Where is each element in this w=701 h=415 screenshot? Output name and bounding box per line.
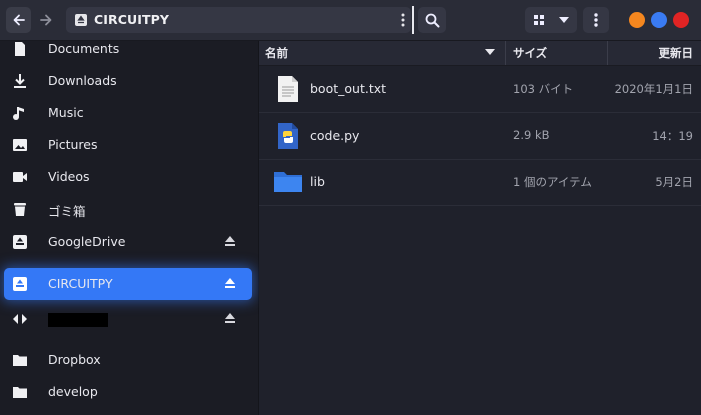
path-bar[interactable]: CIRCUITPY bbox=[66, 7, 411, 33]
sidebar-item-label: Dropbox bbox=[48, 352, 101, 367]
sidebar-item-label: Downloads bbox=[48, 73, 117, 88]
sidebar-item-label: ゴミ箱 bbox=[48, 204, 86, 219]
file-modified: 14：19 bbox=[652, 129, 693, 143]
sidebar-item-videos[interactable]: Videos bbox=[4, 161, 252, 193]
column-divider[interactable] bbox=[505, 41, 506, 65]
search-icon bbox=[425, 13, 439, 27]
column-header-name[interactable]: 名前 bbox=[265, 45, 288, 61]
view-toggle-button[interactable] bbox=[525, 7, 577, 33]
sidebar-item-label: Pictures bbox=[48, 137, 98, 152]
folder-icon bbox=[13, 355, 27, 366]
file-size: 103 バイト bbox=[513, 82, 574, 96]
sidebar-item-music[interactable]: Music bbox=[4, 97, 252, 129]
trash-icon bbox=[14, 203, 26, 216]
text-cursor bbox=[412, 6, 414, 34]
file-name: lib bbox=[310, 174, 325, 189]
column-header-row: 名前 サイズ 更新日 bbox=[259, 41, 701, 66]
text-file-icon bbox=[278, 76, 298, 102]
forward-button[interactable] bbox=[33, 7, 58, 33]
back-button[interactable] bbox=[6, 7, 31, 33]
kebab-menu-icon bbox=[594, 13, 598, 27]
file-size: 2.9 kB bbox=[513, 128, 550, 142]
redacted-label bbox=[48, 313, 108, 327]
file-modified: 2020年1月1日 bbox=[614, 82, 693, 96]
search-button[interactable] bbox=[418, 7, 446, 33]
sidebar-item-label: CIRCUITPY bbox=[48, 276, 113, 291]
column-header-size[interactable]: サイズ bbox=[513, 45, 547, 61]
eject-icon[interactable] bbox=[224, 312, 236, 324]
file-modified: 5月2日 bbox=[655, 175, 693, 189]
chevron-down-icon bbox=[559, 17, 569, 23]
video-icon bbox=[13, 172, 27, 182]
drive-icon bbox=[13, 235, 27, 249]
download-icon bbox=[14, 74, 26, 88]
file-row[interactable]: code.py 2.9 kB 14：19 bbox=[259, 113, 701, 160]
drive-icon bbox=[13, 277, 27, 291]
sidebar-item-circuitpy[interactable]: CIRCUITPY bbox=[4, 268, 252, 300]
sidebar-item-label: Documents bbox=[48, 41, 120, 56]
column-divider[interactable] bbox=[607, 41, 608, 65]
picture-icon bbox=[13, 139, 27, 151]
maximize-button[interactable] bbox=[651, 12, 667, 28]
sidebar-item-googledrive[interactable]: GoogleDrive bbox=[4, 226, 252, 258]
file-size: 1 個のアイテム bbox=[513, 175, 592, 189]
folder-icon bbox=[274, 172, 302, 192]
python-file-icon bbox=[278, 123, 298, 149]
minimize-button[interactable] bbox=[629, 12, 645, 28]
arrow-right-icon bbox=[39, 14, 51, 26]
sidebar-item-downloads[interactable]: Downloads bbox=[4, 65, 252, 97]
file-name: boot_out.txt bbox=[310, 81, 387, 96]
arrow-left-icon bbox=[13, 14, 25, 26]
sidebar-item-dropbox[interactable]: Dropbox bbox=[4, 344, 252, 376]
sort-descending-icon[interactable] bbox=[485, 49, 495, 55]
music-icon bbox=[13, 107, 24, 120]
main-menu-button[interactable] bbox=[583, 7, 609, 33]
sidebar: Documents Downloads Music Pictures Video… bbox=[0, 41, 259, 415]
drive-icon bbox=[75, 14, 87, 26]
grid-view-icon bbox=[534, 15, 544, 25]
sidebar-item-develop[interactable]: develop bbox=[4, 376, 252, 408]
sidebar-item-trash[interactable]: ゴミ箱 bbox=[4, 193, 252, 225]
column-header-modified[interactable]: 更新日 bbox=[659, 45, 694, 61]
sidebar-item-label: GoogleDrive bbox=[48, 234, 126, 249]
path-segment-current[interactable]: CIRCUITPY bbox=[94, 12, 169, 27]
eject-icon[interactable] bbox=[224, 277, 236, 289]
folder-icon bbox=[13, 387, 27, 398]
sidebar-item-label: Music bbox=[48, 105, 84, 120]
file-name: code.py bbox=[310, 128, 360, 143]
document-icon bbox=[15, 42, 25, 56]
sidebar-item-documents[interactable]: Documents bbox=[4, 33, 252, 65]
sidebar-item-pictures[interactable]: Pictures bbox=[4, 129, 252, 161]
eject-icon[interactable] bbox=[224, 235, 236, 247]
sidebar-item-label: Videos bbox=[48, 169, 90, 184]
file-row[interactable]: lib 1 個のアイテム 5月2日 bbox=[259, 159, 701, 206]
kebab-menu-icon[interactable] bbox=[401, 12, 405, 28]
sidebar-item-label: develop bbox=[48, 384, 98, 399]
close-button[interactable] bbox=[673, 12, 689, 28]
file-list: 名前 サイズ 更新日 boot_out.txt 103 バイト 2020年1月1… bbox=[259, 41, 701, 415]
sidebar-item-network-share[interactable] bbox=[4, 303, 252, 335]
network-icon bbox=[13, 314, 27, 324]
file-row[interactable]: boot_out.txt 103 バイト 2020年1月1日 bbox=[259, 66, 701, 113]
